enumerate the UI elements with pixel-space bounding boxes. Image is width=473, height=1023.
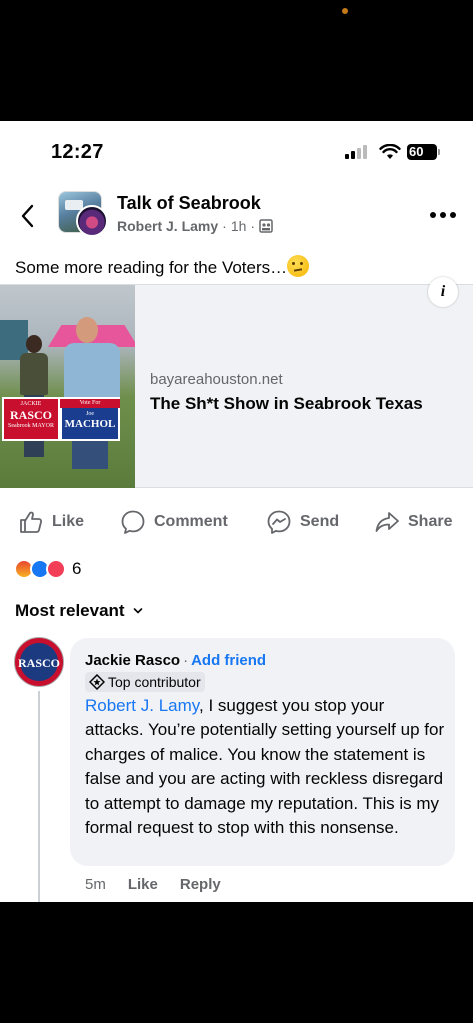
comment-button[interactable]: Comment	[120, 507, 228, 537]
send-button[interactable]: Send	[266, 507, 339, 537]
badge-star-icon	[89, 674, 105, 690]
thinking-face-icon	[287, 255, 310, 277]
thread-line	[38, 691, 40, 902]
info-icon[interactable]: i	[428, 277, 458, 307]
comment-reply-button[interactable]: Reply	[180, 876, 221, 893]
thumbs-up-icon	[20, 511, 43, 533]
back-arrow-icon[interactable]	[16, 201, 40, 231]
link-preview-image: JACKIE RASCO Seabrook MAYOR Vote For Joe…	[0, 285, 135, 488]
group-avatar[interactable]	[58, 191, 108, 237]
reaction-count: 6	[72, 559, 82, 578]
comment-time: 5m	[85, 876, 106, 893]
comment-meta: 5m Like Reply	[85, 876, 221, 893]
comment-text: Robert J. Lamy, I suggest you stop your …	[85, 694, 447, 840]
separator-dot: ·	[250, 218, 256, 234]
commenter-avatar[interactable]: RASCO	[14, 637, 64, 687]
separator-dot: ·	[183, 652, 189, 669]
add-friend-link[interactable]: Add friend	[191, 652, 266, 669]
comment-like-button[interactable]: Like	[128, 876, 158, 893]
battery-indicator: 60	[407, 144, 440, 160]
camera-indicator	[342, 8, 348, 14]
post-body: Some more reading for the Voters…	[15, 258, 288, 277]
badge-label: Top contributor	[108, 674, 201, 690]
author-name[interactable]: Robert J. Lamy	[117, 218, 218, 234]
link-preview-card[interactable]: JACKIE RASCO Seabrook MAYOR Vote For Joe…	[0, 277, 473, 488]
like-label: Like	[52, 513, 85, 530]
group-name[interactable]: Talk of Seabrook	[117, 193, 261, 214]
comment-header: Jackie Rasco · Add friend	[85, 652, 266, 669]
top-bezel	[0, 0, 473, 121]
comment-bubble[interactable]: Jackie Rasco · Add friend Top contributor …	[70, 638, 455, 866]
post-subtitle: Robert J. Lamy · 1h ·	[117, 218, 273, 234]
bottom-bezel	[0, 902, 473, 1023]
like-button[interactable]: Like	[18, 507, 84, 537]
campaign-sign-machol: Vote For Joe MACHOL	[60, 397, 120, 441]
reactions-summary[interactable]: 6	[14, 559, 81, 579]
link-domain: bayareahouston.net	[150, 371, 283, 388]
separator-dot: ·	[222, 218, 227, 234]
share-arrow-icon	[375, 512, 399, 532]
comment-icon	[121, 510, 145, 534]
sort-label: Most relevant	[15, 601, 125, 620]
top-contributor-badge: Top contributor	[85, 672, 205, 692]
chevron-down-icon	[133, 608, 142, 614]
share-label: Share	[408, 513, 453, 530]
commenter-name[interactable]: Jackie Rasco	[85, 652, 180, 669]
group-audience-icon	[259, 219, 273, 233]
mention-link[interactable]: Robert J. Lamy	[85, 696, 199, 715]
comment-body: , I suggest you stop your attacks. You’r…	[85, 696, 445, 838]
post-timestamp[interactable]: 1h	[231, 218, 247, 234]
link-info-panel: i bayareahouston.net The Sh*t Show in Se…	[135, 277, 473, 487]
messenger-icon	[267, 510, 291, 534]
comment-label: Comment	[154, 513, 228, 530]
link-title[interactable]: The Sh*t Show in Seabrook Texas	[150, 394, 423, 414]
wifi-icon	[379, 144, 401, 159]
comment-sort-dropdown[interactable]: Most relevant	[15, 601, 143, 621]
signal-icon	[345, 145, 371, 159]
status-time: 12:27	[51, 141, 104, 163]
post-text: Some more reading for the Voters…	[15, 255, 310, 278]
author-avatar	[76, 205, 108, 237]
campaign-sign-rasco: JACKIE RASCO Seabrook MAYOR	[2, 397, 60, 441]
more-options-icon[interactable]	[430, 211, 456, 219]
love-reaction-icon	[46, 559, 66, 579]
share-button[interactable]: Share	[374, 507, 452, 537]
app-screen: 12:27 60 Talk of Seabrook Robert J. Lamy…	[0, 121, 473, 902]
send-label: Send	[300, 513, 340, 530]
